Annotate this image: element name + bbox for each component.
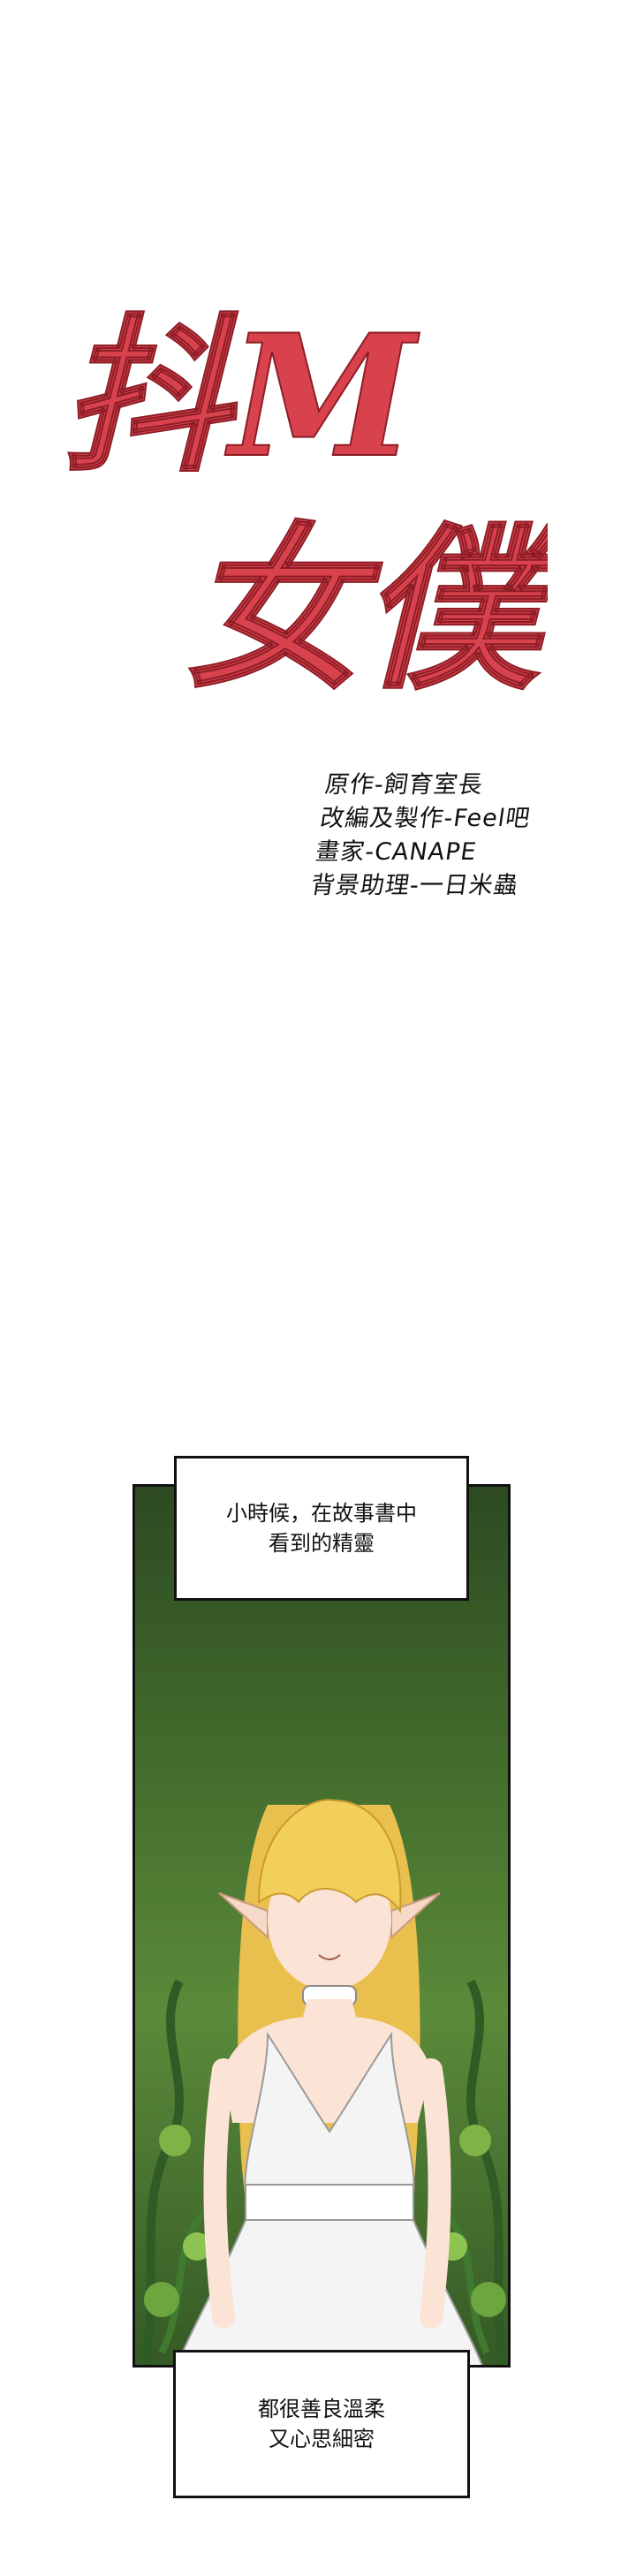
narration-box-top: 小時候，在故事書中 看到的精靈 bbox=[174, 1456, 469, 1601]
series-title-logo: 抖M 女僕 bbox=[61, 300, 548, 715]
narration-bottom-line-2: 又心思細密 bbox=[269, 2427, 375, 2451]
credit-adaptation: 改編及製作-Feel吧 bbox=[318, 805, 533, 832]
title-line-1: 抖M bbox=[62, 300, 420, 495]
title-line-2: 女僕 bbox=[186, 506, 548, 714]
narration-bottom-line-1: 都很善良溫柔 bbox=[258, 2397, 385, 2421]
credit-background: 背景助理-一日米蟲 bbox=[308, 872, 520, 899]
comic-panel bbox=[132, 1484, 511, 2368]
credit-artist: 畫家-CANAPE bbox=[314, 838, 479, 866]
elf-illustration bbox=[140, 1799, 508, 2365]
narration-top-line-1: 小時候，在故事書中 bbox=[226, 1501, 417, 1526]
narration-box-bottom: 都很善良溫柔 又心思細密 bbox=[173, 2350, 470, 2498]
credit-original: 原作-飼育室長 bbox=[322, 771, 486, 799]
credits-block: 原作-飼育室長 改編及製作-Feel吧 畫家-CANAPE 背景助理-一日米蟲 bbox=[308, 769, 610, 903]
narration-top-line-2: 看到的精靈 bbox=[269, 1531, 375, 1556]
